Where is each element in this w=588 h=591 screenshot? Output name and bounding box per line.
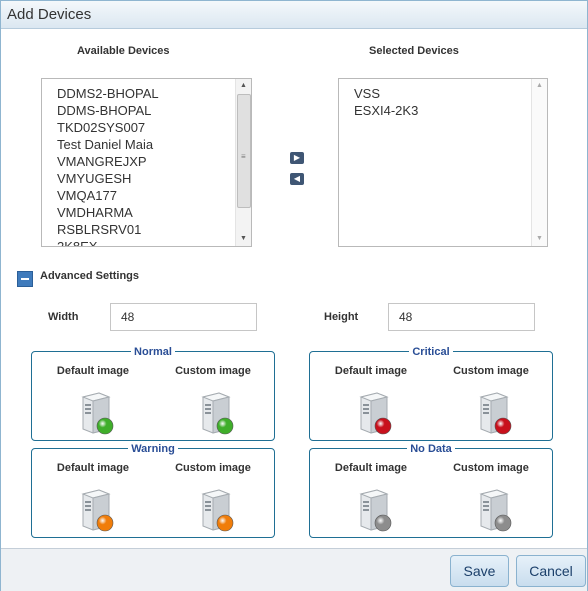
scroll-up-icon[interactable]: ▲ bbox=[532, 79, 547, 93]
list-item[interactable]: VMYUGESH bbox=[57, 170, 159, 187]
collapse-icon[interactable] bbox=[17, 271, 33, 287]
scroll-thumb[interactable]: ≡ bbox=[237, 94, 251, 208]
save-button[interactable]: Save bbox=[450, 555, 509, 587]
custom-image-label: Custom image bbox=[175, 365, 251, 377]
arrow-right-icon: ▶ bbox=[293, 153, 301, 162]
list-item[interactable]: DDMS-BHOPAL bbox=[57, 102, 159, 119]
default-image-label: Default image bbox=[334, 365, 408, 377]
list-item[interactable]: ESXI4-2K3 bbox=[354, 102, 418, 119]
advanced-settings-label[interactable]: Advanced Settings bbox=[40, 270, 139, 282]
width-input[interactable]: 48 bbox=[110, 303, 257, 331]
state-legend: Normal bbox=[32, 344, 274, 358]
dialog-titlebar[interactable]: Add Devices bbox=[1, 1, 587, 29]
selected-devices-list[interactable]: VSS ESXI4-2K3 ▲ ▼ bbox=[338, 78, 548, 247]
list-item[interactable]: VMDHARMA bbox=[57, 204, 159, 221]
list-item[interactable]: VMQA177 bbox=[57, 187, 159, 204]
cancel-button[interactable]: Cancel bbox=[516, 555, 586, 587]
arrow-left-icon: ◀ bbox=[293, 174, 301, 183]
available-list-scrollbar[interactable]: ▲ ≡ ▼ bbox=[235, 79, 251, 246]
default-image-label: Default image bbox=[56, 462, 130, 474]
default-image-label: Default image bbox=[56, 365, 130, 377]
state-title: Normal bbox=[131, 346, 175, 358]
list-item[interactable]: RSBLRSRV01 bbox=[57, 221, 159, 238]
state-legend: Critical bbox=[310, 344, 552, 358]
server-critical-default-icon[interactable] bbox=[347, 389, 399, 435]
grip-icon: ≡ bbox=[241, 152, 246, 162]
state-legend: No Data bbox=[310, 441, 552, 455]
dialog-footer: Save Cancel bbox=[1, 548, 587, 591]
default-image-label: Default image bbox=[334, 462, 408, 474]
height-label: Height bbox=[324, 311, 359, 323]
add-devices-dialog: Add Devices Available Devices Selected D… bbox=[0, 0, 588, 591]
move-right-button[interactable]: ▶ bbox=[290, 152, 304, 164]
selected-devices-header: Selected Devices bbox=[369, 45, 459, 57]
state-title: No Data bbox=[407, 443, 455, 455]
list-item[interactable]: 2K8EX bbox=[57, 238, 159, 246]
selected-list-scrollbar[interactable]: ▲ ▼ bbox=[531, 79, 547, 246]
scroll-down-icon[interactable]: ▼ bbox=[236, 232, 251, 246]
server-critical-custom-icon[interactable] bbox=[467, 389, 519, 435]
state-title: Warning bbox=[128, 443, 178, 455]
custom-image-label: Custom image bbox=[175, 462, 251, 474]
state-panel-warning: Warning Default image Custom image bbox=[31, 443, 275, 538]
server-warning-default-icon[interactable] bbox=[69, 486, 121, 532]
state-panel-normal: Normal Default image Custom image bbox=[31, 346, 275, 441]
server-normal-custom-icon[interactable] bbox=[189, 389, 241, 435]
list-item[interactable]: TKD02SYS007 bbox=[57, 119, 159, 136]
scroll-down-icon[interactable]: ▼ bbox=[532, 232, 547, 246]
server-no-data-default-icon[interactable] bbox=[347, 486, 399, 532]
scroll-up-icon[interactable]: ▲ bbox=[236, 79, 251, 93]
list-item[interactable]: Test Daniel Maia bbox=[57, 136, 159, 153]
available-devices-header: Available Devices bbox=[77, 45, 170, 57]
available-devices-list[interactable]: DDMS2-BHOPAL DDMS-BHOPAL TKD02SYS007 Tes… bbox=[41, 78, 252, 247]
server-normal-default-icon[interactable] bbox=[69, 389, 121, 435]
height-input[interactable]: 48 bbox=[388, 303, 535, 331]
server-no-data-custom-icon[interactable] bbox=[467, 486, 519, 532]
state-title: Critical bbox=[409, 346, 453, 358]
list-item[interactable]: DDMS2-BHOPAL bbox=[57, 85, 159, 102]
server-warning-custom-icon[interactable] bbox=[189, 486, 241, 532]
state-panel-critical: Critical Default image Custom image bbox=[309, 346, 553, 441]
custom-image-label: Custom image bbox=[453, 462, 529, 474]
state-panel-no-data: No Data Default image Custom image bbox=[309, 443, 553, 538]
custom-image-label: Custom image bbox=[453, 365, 529, 377]
list-item[interactable]: VMANGREJXP bbox=[57, 153, 159, 170]
state-legend: Warning bbox=[32, 441, 274, 455]
list-item[interactable]: VSS bbox=[354, 85, 418, 102]
move-left-button[interactable]: ◀ bbox=[290, 173, 304, 185]
dialog-title: Add Devices bbox=[7, 6, 92, 23]
width-label: Width bbox=[48, 311, 79, 323]
